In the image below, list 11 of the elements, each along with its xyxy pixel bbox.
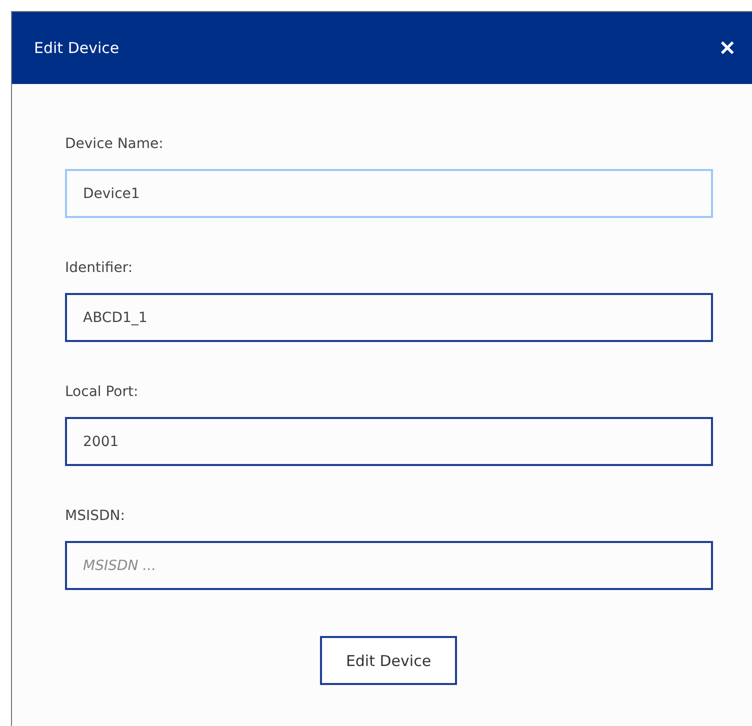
input-field[interactable]: ABCD1_1 — [65, 293, 713, 342]
edit-device-button[interactable]: Edit Device — [320, 636, 457, 685]
input-field[interactable]: MSISDN ... — [65, 541, 713, 590]
close-button[interactable]: ✕ — [715, 36, 740, 60]
dialog-title: Edit Device — [34, 39, 120, 57]
field-label: MSISDN: — [65, 507, 125, 526]
input-field[interactable]: 2001 — [65, 417, 713, 466]
field-label: Device Name: — [65, 135, 164, 154]
input-field[interactable]: Device1 — [65, 169, 713, 218]
field-label: Local Port: — [65, 383, 138, 402]
field-label: Identifier: — [65, 259, 133, 278]
